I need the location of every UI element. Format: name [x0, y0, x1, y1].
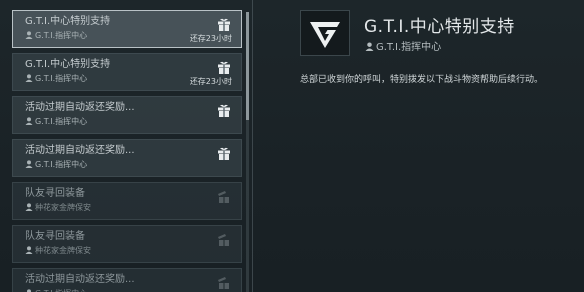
mail-item-sender: 种花家金牌保安	[25, 245, 241, 257]
gift-icon	[217, 16, 231, 31]
mail-item-sender-name: G.T.I.指挥中心	[35, 117, 88, 126]
mail-list-item[interactable]: 队友寻回装备种花家金牌保安	[12, 182, 242, 220]
mail-item-sender: G.T.I.指挥中心	[25, 159, 241, 171]
person-icon	[25, 74, 33, 82]
gift-open-icon	[217, 188, 231, 203]
mail-item-sender-name: 种花家金牌保安	[35, 246, 91, 255]
mail-item-sender: 种花家金牌保安	[25, 202, 241, 214]
gift-icon	[217, 102, 231, 117]
mail-list-item[interactable]: 活动过期自动返还奖励... G.T.I.指挥中心	[12, 96, 242, 134]
gift-open-icon	[217, 274, 231, 289]
mail-item-sender-name: G.T.I.指挥中心	[35, 74, 88, 83]
mail-list: G.T.I.中心特别支持 G.T.I.指挥中心 还存23小时 G.T.I.中心特别支持…	[12, 10, 242, 292]
gift-icon	[217, 59, 231, 74]
mail-list-item[interactable]: 队友寻回装备种花家金牌保安	[12, 225, 242, 263]
mail-item-sender: G.T.I.指挥中心	[25, 116, 241, 128]
mail-item-title: G.T.I.中心特别支持	[25, 59, 111, 70]
mail-item-title: G.T.I.中心特别支持	[25, 16, 111, 27]
mail-item-sender-name: G.T.I.指挥中心	[35, 160, 88, 169]
person-icon	[25, 31, 33, 39]
person-icon	[25, 246, 33, 254]
person-icon	[25, 117, 33, 125]
mail-list-item[interactable]: G.T.I.中心特别支持 G.T.I.指挥中心 还存23小时	[12, 53, 242, 91]
mail-detail-body: 总部已收到你的呼叫，特别拨发以下战斗物资帮助后续行动。	[300, 75, 544, 85]
mail-list-item[interactable]: 活动过期自动返还奖励... G.T.I.指挥中心	[12, 139, 242, 177]
person-icon	[25, 160, 33, 168]
mail-item-title: 活动过期自动返还奖励...	[25, 102, 135, 113]
mail-list-item[interactable]: 活动过期自动返还奖励... G.T.I.指挥中心	[12, 268, 242, 292]
mail-list-scrollbar[interactable]	[246, 12, 249, 292]
mail-item-title: 活动过期自动返还奖励...	[25, 274, 135, 285]
mail-detail-title: G.T.I.中心特别支持	[364, 17, 515, 37]
mail-item-sender-name: 种花家金牌保安	[35, 203, 91, 212]
mail-item-title: 队友寻回装备	[25, 188, 85, 199]
person-icon	[25, 203, 33, 211]
person-icon	[365, 42, 374, 51]
gift-icon	[217, 145, 231, 160]
mail-detail-sender-name: G.T.I.指挥中心	[376, 42, 442, 53]
mail-item-time-left: 还存23小时	[189, 34, 232, 43]
mail-item-time-left: 还存23小时	[189, 77, 232, 86]
gti-logo-icon	[300, 10, 350, 56]
mail-item-sender-name: G.T.I.指挥中心	[35, 31, 88, 40]
mail-item-title: 活动过期自动返还奖励...	[25, 145, 135, 156]
scrollbar-thumb[interactable]	[246, 12, 249, 120]
gift-open-icon	[217, 231, 231, 246]
mail-detail-sender: G.T.I.指挥中心	[365, 38, 441, 53]
mail-item-title: 队友寻回装备	[25, 231, 85, 242]
mail-item-sender: G.T.I.指挥中心	[25, 288, 241, 292]
mail-list-item[interactable]: G.T.I.中心特别支持 G.T.I.指挥中心 还存23小时	[12, 10, 242, 48]
panel-divider	[252, 0, 253, 292]
